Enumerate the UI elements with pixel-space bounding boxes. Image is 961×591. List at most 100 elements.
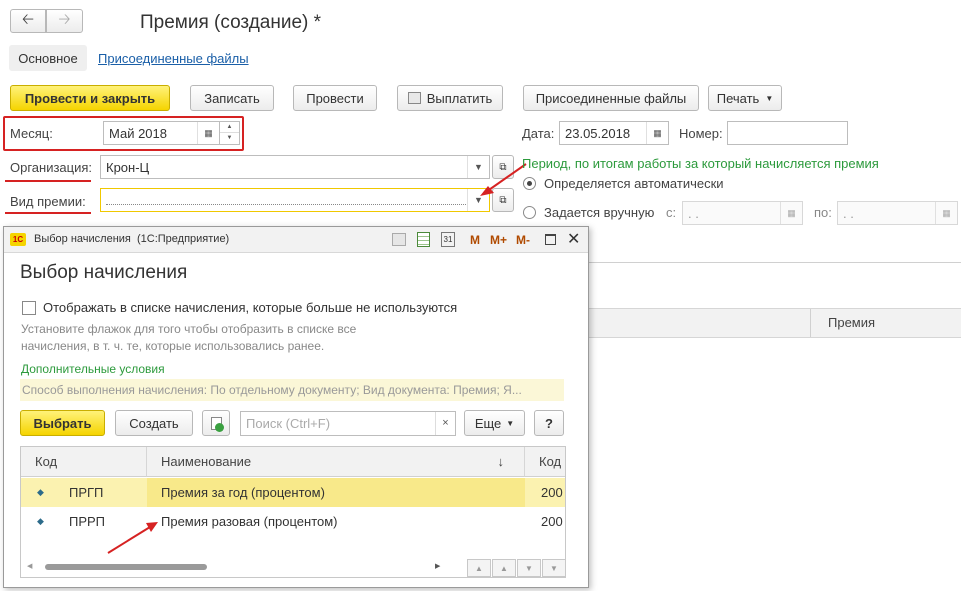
chevron-down-icon: ▼	[765, 93, 774, 103]
period-from-value: . .	[688, 205, 699, 221]
save-button[interactable]: Записать	[190, 85, 274, 111]
create-button[interactable]: Создать	[115, 410, 193, 436]
radio-manual[interactable]	[523, 206, 536, 219]
maximize-icon[interactable]	[545, 234, 556, 245]
date-field[interactable]: 23.05.2018 ▦	[559, 121, 669, 145]
clear-search-icon[interactable]: ×	[435, 412, 455, 435]
period-title: Период, по итогам работы за который начи…	[522, 156, 879, 171]
accruals-table: Код Наименование ↓ Код ◆ ПРГП Премия за …	[20, 446, 566, 578]
month-label: Месяц:	[10, 126, 53, 141]
table-row[interactable]: ◆ ПРРП Премия разовая (процентом) 200	[21, 507, 565, 536]
sort-arrow-icon: ↓	[497, 454, 505, 469]
print-button[interactable]: Печать ▼	[708, 85, 782, 111]
period-from-label: с:	[666, 205, 677, 220]
show-unused-checkbox[interactable]	[22, 301, 36, 315]
memory-m-minus-button[interactable]: M-	[516, 233, 530, 247]
row-code: ПРРП	[69, 514, 106, 529]
bg-table-header	[588, 308, 961, 338]
arrow-right-icon: 🡢	[58, 10, 71, 28]
bonus-type-value	[106, 195, 466, 205]
extra-conditions-title: Дополнительные условия	[21, 362, 165, 376]
show-unused-label: Отображать в списке начисления, которые …	[43, 300, 458, 315]
add-copy-button[interactable]	[202, 410, 230, 436]
tab-attached-files[interactable]: Присоединенные файлы	[98, 51, 249, 66]
back-button[interactable]: 🡠	[10, 9, 46, 33]
more-label: Еще	[474, 415, 502, 431]
calendar-icon[interactable]: ▦	[197, 122, 219, 144]
nav-down-icon[interactable]: ▼	[517, 559, 541, 577]
more-button[interactable]: Еще ▼	[464, 410, 525, 436]
memory-m-plus-button[interactable]: M+	[490, 233, 507, 247]
search-placeholder: Поиск (Ctrl+F)	[246, 416, 331, 431]
stepper-down-icon[interactable]: ▼	[220, 133, 239, 144]
print-icon[interactable]	[392, 233, 406, 246]
radio-manual-label: Задается вручную	[544, 205, 655, 220]
help-button[interactable]: ?	[534, 410, 564, 436]
hint-line-2: начисления, в т. ч. те, которые использо…	[21, 339, 325, 353]
month-value: Май 2018	[109, 125, 167, 141]
row-code2: 200	[541, 485, 563, 500]
arrow-left-icon: 🡠	[21, 10, 35, 28]
bonus-type-field[interactable]: ▼	[100, 188, 490, 212]
period-to-field[interactable]: . . ▦	[837, 201, 958, 225]
period-from-field[interactable]: . . ▦	[682, 201, 803, 225]
pay-label: Выплатить	[426, 90, 493, 106]
nav-last-icon[interactable]: ▼	[542, 559, 565, 577]
period-to-label: по:	[814, 205, 832, 220]
bonus-type-label: Вид премии:	[10, 194, 86, 209]
organization-label: Организация:	[10, 160, 93, 175]
col-header-code[interactable]: Код	[21, 447, 147, 477]
calendar-icon[interactable]: ▦	[646, 122, 668, 144]
bonus-type-underline	[5, 212, 91, 214]
dialog-window-title: Выбор начисления (1С:Предприятие)	[34, 233, 230, 245]
print-label: Печать	[716, 90, 760, 106]
attached-files-button[interactable]: Присоединенные файлы	[523, 85, 699, 111]
bg-col-divider	[810, 309, 811, 337]
row-marker-icon: ◆	[37, 487, 44, 497]
post-button[interactable]: Провести	[293, 85, 377, 111]
scroll-thumb[interactable]	[45, 564, 207, 570]
page-title: Премия (создание) *	[140, 12, 322, 33]
row-code2: 200	[541, 514, 563, 529]
table-row[interactable]: ◆ ПРГП Премия за год (процентом) 200	[21, 478, 565, 507]
search-input[interactable]: Поиск (Ctrl+F) ×	[240, 411, 456, 436]
radio-auto[interactable]	[523, 177, 536, 190]
memory-m-button[interactable]: M	[470, 233, 480, 247]
bg-col-bonus: Премия	[828, 315, 876, 330]
dialog-titlebar: 1C Выбор начисления (1С:Предприятие) 31 …	[4, 227, 588, 253]
calendar-icon[interactable]: 31	[441, 232, 455, 247]
annotation-arrow	[107, 522, 158, 554]
calendar-icon[interactable]: ▦	[780, 202, 802, 224]
number-field[interactable]	[727, 121, 848, 145]
stepper-up-icon[interactable]: ▲	[220, 122, 239, 133]
calendar-icon[interactable]: ▦	[935, 202, 957, 224]
conditions-text: Способ выполнения начисления: По отдельн…	[22, 383, 522, 397]
pay-button[interactable]: Выплатить	[397, 85, 503, 111]
month-stepper[interactable]: ▲ ▼	[220, 121, 240, 145]
horizontal-scrollbar[interactable]: ◀ ▶	[27, 559, 447, 575]
close-icon[interactable]: ✕	[567, 229, 580, 249]
organization-field[interactable]: Крон-Ц ▼	[100, 155, 490, 179]
organization-value: Крон-Ц	[106, 159, 150, 175]
post-and-close-button[interactable]: Провести и закрыть	[10, 85, 170, 111]
organization-underline	[5, 180, 91, 182]
scroll-left-icon[interactable]: ◀	[27, 562, 32, 570]
col-header-name[interactable]: Наименование ↓	[147, 447, 525, 477]
accrual-selection-dialog: 1C Выбор начисления (1С:Предприятие) 31 …	[3, 226, 589, 588]
select-button[interactable]: Выбрать	[20, 410, 105, 436]
scroll-right-icon[interactable]: ▶	[435, 562, 440, 570]
nav-up-icon[interactable]: ▲	[492, 559, 516, 577]
hint-line-1: Установите флажок для того чтобы отобраз…	[21, 322, 357, 336]
chevron-down-icon: ▼	[506, 418, 515, 428]
month-field[interactable]: Май 2018 ▦	[103, 121, 220, 145]
bg-divider	[588, 262, 961, 263]
radio-auto-label: Определяется автоматически	[544, 176, 724, 191]
nav-first-icon[interactable]: ▲	[467, 559, 491, 577]
dialog-heading: Выбор начисления	[20, 262, 188, 283]
tab-main[interactable]: Основное	[9, 45, 87, 71]
spreadsheet-icon[interactable]	[417, 232, 430, 247]
col-header-code2[interactable]: Код	[525, 447, 565, 477]
date-label: Дата:	[522, 126, 555, 141]
col-header-name-label: Наименование	[161, 454, 252, 469]
forward-button[interactable]: 🡢	[46, 9, 83, 33]
